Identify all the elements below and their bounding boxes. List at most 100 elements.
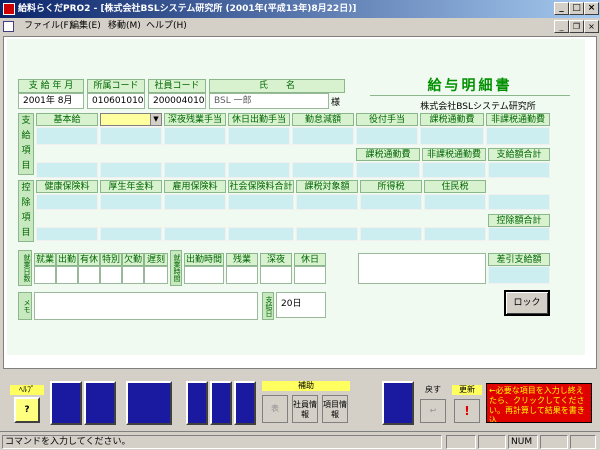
nontax-commute-field-2[interactable] xyxy=(422,162,486,178)
minimize-button[interactable]: _ xyxy=(554,2,569,15)
basic-pay-label: 基本給 xyxy=(36,113,98,126)
menu-edit[interactable]: 編集(E) xyxy=(70,18,101,35)
attendance-deduction-label: 勤怠減額 xyxy=(292,113,354,126)
resident-tax-field[interactable] xyxy=(424,194,486,210)
deduction-field-15[interactable] xyxy=(424,227,486,241)
document-icon[interactable] xyxy=(3,21,14,32)
toolbar-slot-4[interactable] xyxy=(186,381,208,425)
late-night-overtime-label: 深夜残業手当 xyxy=(164,113,226,126)
nontax-commute-label-2: 非課税通勤費 xyxy=(422,148,486,161)
chevron-down-icon[interactable]: ▼ xyxy=(150,114,161,125)
close-button[interactable]: × xyxy=(584,2,599,15)
dept-code-value[interactable]: 0106010106 xyxy=(87,93,145,109)
memo-field[interactable] xyxy=(34,292,258,320)
update-button[interactable]: ! xyxy=(454,399,480,423)
attend-field-present[interactable] xyxy=(56,266,78,284)
item-info-button[interactable]: 項目情報 xyxy=(322,395,348,423)
deduction-field-13[interactable] xyxy=(296,227,358,241)
pay-field-2[interactable] xyxy=(100,127,162,145)
attend-col-late: 遅刻 xyxy=(144,253,168,266)
help-label: ﾍﾙﾌﾟ xyxy=(10,385,44,395)
deduction-total-field[interactable] xyxy=(488,227,550,241)
attend-col-present: 出勤 xyxy=(56,253,78,266)
pay-field-11[interactable] xyxy=(164,162,226,178)
status-num: NUM xyxy=(508,435,538,449)
income-tax-field[interactable] xyxy=(360,194,422,210)
net-pay-field[interactable] xyxy=(488,266,550,284)
attend-field-absent[interactable] xyxy=(122,266,144,284)
deduction-field-9[interactable] xyxy=(36,227,98,241)
taxable-commute-field-2[interactable] xyxy=(356,162,420,178)
pay-field-10[interactable] xyxy=(100,162,162,178)
maximize-button[interactable]: □ xyxy=(569,2,584,15)
social-insurance-total-field[interactable] xyxy=(228,194,294,210)
toolbar-slot-6[interactable] xyxy=(234,381,256,425)
income-tax-label: 所得税 xyxy=(360,180,422,193)
deduction-field-10[interactable] xyxy=(100,227,162,241)
menu-move[interactable]: 移動(M) xyxy=(108,18,141,35)
assist-table-button[interactable]: 表 xyxy=(262,395,288,423)
deduction-field-12[interactable] xyxy=(228,227,294,241)
undo-button[interactable]: ↩ xyxy=(420,399,446,423)
pension-field[interactable] xyxy=(100,194,162,210)
pay-field-4[interactable] xyxy=(228,127,290,145)
status-text: コマンドを入力してください。 xyxy=(2,435,442,449)
hours-field-clock-in[interactable] xyxy=(184,266,224,284)
employee-info-button[interactable]: 社員情報 xyxy=(292,395,318,423)
menu-file[interactable]: ファイル(F) xyxy=(24,18,72,35)
pay-field-12[interactable] xyxy=(228,162,290,178)
pay-date-value[interactable]: 20日 xyxy=(276,292,326,318)
emp-code-label: 社員コード xyxy=(148,79,206,93)
name-value[interactable]: BSL 一郎 xyxy=(209,93,329,109)
window-title: 給料らくだPRO2 - [株式会社BSLシステム研究所 (2001年(平成13年… xyxy=(18,4,357,14)
attend-field-special[interactable] xyxy=(100,266,122,284)
menu-bar: ファイル(F) 編集(E) 移動(M) ヘルプ(H) _ ❐ × xyxy=(0,18,600,35)
employment-insurance-field[interactable] xyxy=(164,194,226,210)
deduction-field-14[interactable] xyxy=(360,227,422,241)
work-days-side-label: 就業日数 xyxy=(18,250,32,286)
net-pay-blank-area xyxy=(358,253,486,284)
emp-code-value[interactable]: 2000040101 xyxy=(148,93,206,109)
attend-field-late[interactable] xyxy=(144,266,168,284)
toolbar-slot-5[interactable] xyxy=(210,381,232,425)
taxable-amount-field[interactable] xyxy=(296,194,358,210)
pay-field-13[interactable] xyxy=(292,162,354,178)
attend-field-workday[interactable] xyxy=(34,266,56,284)
attend-field-paid-leave[interactable] xyxy=(78,266,100,284)
hours-field-overtime[interactable] xyxy=(226,266,258,284)
net-pay-label: 差引支給額 xyxy=(488,253,550,266)
pay-field-6[interactable] xyxy=(356,127,418,145)
lock-button[interactable]: ロック xyxy=(504,290,550,316)
basic-pay-field[interactable] xyxy=(36,127,98,145)
mdi-close-button[interactable]: × xyxy=(584,20,599,33)
toolbar-slot-7[interactable] xyxy=(382,381,414,425)
pay-field-9[interactable] xyxy=(36,162,98,178)
help-button[interactable]: ? xyxy=(14,397,40,423)
status-pane-4 xyxy=(540,435,568,449)
hours-field-night[interactable] xyxy=(260,266,292,284)
position-allowance-label: 役付手当 xyxy=(356,113,418,126)
pay-field-5[interactable] xyxy=(292,127,354,145)
pay-field-3[interactable] xyxy=(164,127,226,145)
health-insurance-field[interactable] xyxy=(36,194,98,210)
nontax-commute-label: 非課税通勤費 xyxy=(486,113,550,126)
mdi-restore-button[interactable]: ❐ xyxy=(569,20,584,33)
payment-total-field[interactable] xyxy=(488,162,550,178)
app-icon[interactable] xyxy=(3,3,15,15)
hours-field-holiday[interactable] xyxy=(294,266,326,284)
deduction-field-8[interactable] xyxy=(488,194,550,210)
toolbar-slot-3[interactable] xyxy=(126,381,172,425)
pay-field-8[interactable] xyxy=(486,127,550,145)
payment-side-label: 支給項目 xyxy=(18,113,34,175)
status-pane-5 xyxy=(570,435,596,449)
allowance-dropdown[interactable]: ▼ xyxy=(100,113,162,126)
pay-field-7[interactable] xyxy=(420,127,484,145)
pay-period-value[interactable]: 2001年 8月 xyxy=(18,93,84,109)
toolbar-slot-1[interactable] xyxy=(50,381,82,425)
deduction-field-11[interactable] xyxy=(164,227,226,241)
update-hint-message: ←必要な項目を入力し終えたら、クリックしてください。再計算して結果を書き込 xyxy=(486,383,592,423)
mdi-minimize-button[interactable]: _ xyxy=(554,20,569,33)
name-label: 氏 名 xyxy=(209,79,345,93)
toolbar-slot-2[interactable] xyxy=(84,381,116,425)
menu-help[interactable]: ヘルプ(H) xyxy=(146,18,187,35)
